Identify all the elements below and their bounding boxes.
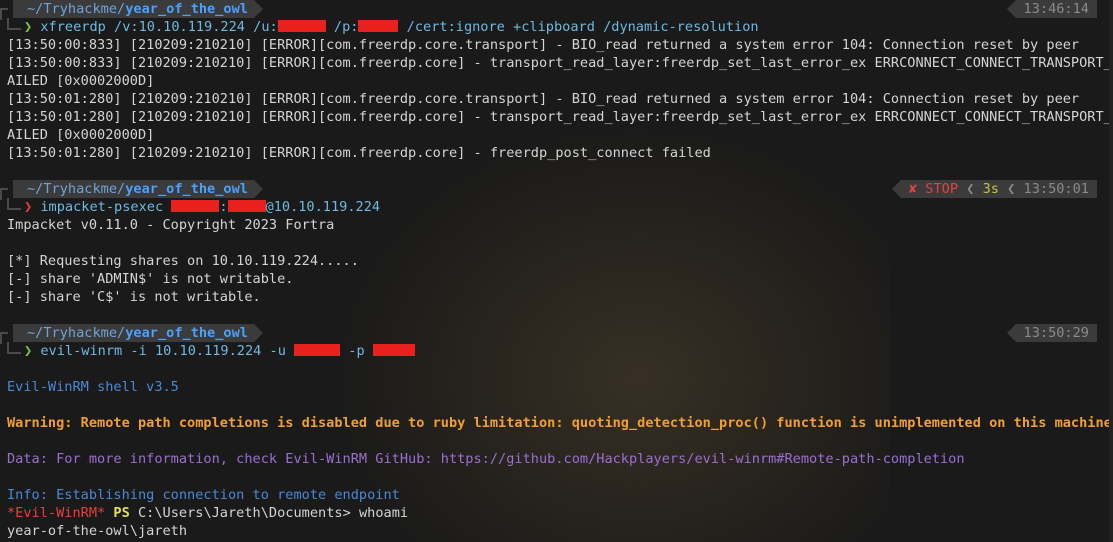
chevron-left-icon: ❮ [966, 181, 975, 197]
prompt-error-icon: ❯ [24, 199, 33, 215]
command-line-1[interactable]: ❯ xfreerdp /v:10.10.119.224 /u: /p: /cer… [24, 18, 759, 36]
command-result: year-of-the-owl\jareth [7, 523, 188, 539]
prompt-status: ✘ STOP ❮ 3s ❮ 13:50:01 [891, 180, 1097, 198]
prompt-path: ~/Tryhackme/year_of_the_owl [13, 0, 263, 18]
scrollbar[interactable] [1109, 0, 1113, 542]
output-line: [13:50:01:280] [210209:210210] [ERROR][c… [7, 91, 1080, 107]
prompt-time: 13:46:14 [1006, 0, 1097, 18]
output-line: [13:50:00:833] [210209:210210] [ERROR][c… [7, 55, 1113, 71]
output-line: AILED [0x0002000D] [7, 73, 155, 89]
prompt-frame-bottom [7, 198, 21, 210]
output-line: Impacket v0.11.0 - Copyright 2023 Fortra [7, 217, 335, 233]
output-line: [-] share 'ADMIN$' is not writable. [7, 271, 294, 287]
redacted-password [358, 20, 399, 32]
ps-command-line[interactable]: *Evil-WinRM* PS C:\Users\Jareth\Document… [7, 504, 408, 522]
redacted-username [294, 344, 341, 356]
prompt-frame-bottom [7, 18, 21, 30]
output-line: [13:50:01:280] [210209:210210] [ERROR][c… [7, 109, 1113, 125]
output-line: [-] share 'C$' is not writable. [7, 289, 261, 305]
prompt-bar-2: ~/Tryhackme/year_of_the_owl ✘ STOP ❮ 3s … [7, 180, 1097, 198]
output-line: [*] Requesting shares on 10.10.119.224..… [7, 253, 359, 269]
redacted-password [372, 344, 415, 356]
output-line: AILED [0x0002000D] [7, 127, 155, 143]
prompt-bar-1: ~/Tryhackme/year_of_the_owl 13:46:14 [7, 0, 1097, 18]
output-line: [13:50:01:280] [210209:210210] [ERROR][c… [7, 145, 711, 161]
prompt-ok-icon: ❯ [24, 19, 33, 35]
redacted-username [277, 20, 326, 32]
terminal-window[interactable]: ~/Tryhackme/year_of_the_owl 13:46:14 ❯ x… [0, 0, 1113, 542]
warning-message: Warning: Remote path completions is disa… [7, 415, 1112, 431]
prompt-frame-bottom [7, 342, 21, 354]
info-message: Info: Establishing connection to remote … [7, 487, 400, 503]
prompt-time: 13:50:29 [1006, 324, 1097, 342]
prompt-bar-3: ~/Tryhackme/year_of_the_owl 13:50:29 [7, 324, 1097, 342]
output-line: [13:50:00:833] [210209:210210] [ERROR][c… [7, 37, 1080, 53]
chevron-left-icon: ❮ [1007, 181, 1016, 197]
shell-version: Evil-WinRM shell v3.5 [7, 379, 179, 395]
redacted-domain [171, 200, 220, 212]
stop-icon: ✘ [908, 181, 918, 197]
prompt-path: ~/Tryhackme/year_of_the_owl [13, 180, 263, 198]
data-message: Data: For more information, check Evil-W… [7, 451, 965, 467]
redacted-username [227, 200, 266, 212]
prompt-ok-icon: ❯ [24, 343, 33, 359]
command-line-2[interactable]: ❯ impacket-psexec : @10.10.119.224 [24, 198, 380, 216]
command-line-3[interactable]: ❯ evil-winrm -i 10.10.119.224 -u -p [24, 342, 415, 360]
prompt-path: ~/Tryhackme/year_of_the_owl [13, 324, 263, 342]
